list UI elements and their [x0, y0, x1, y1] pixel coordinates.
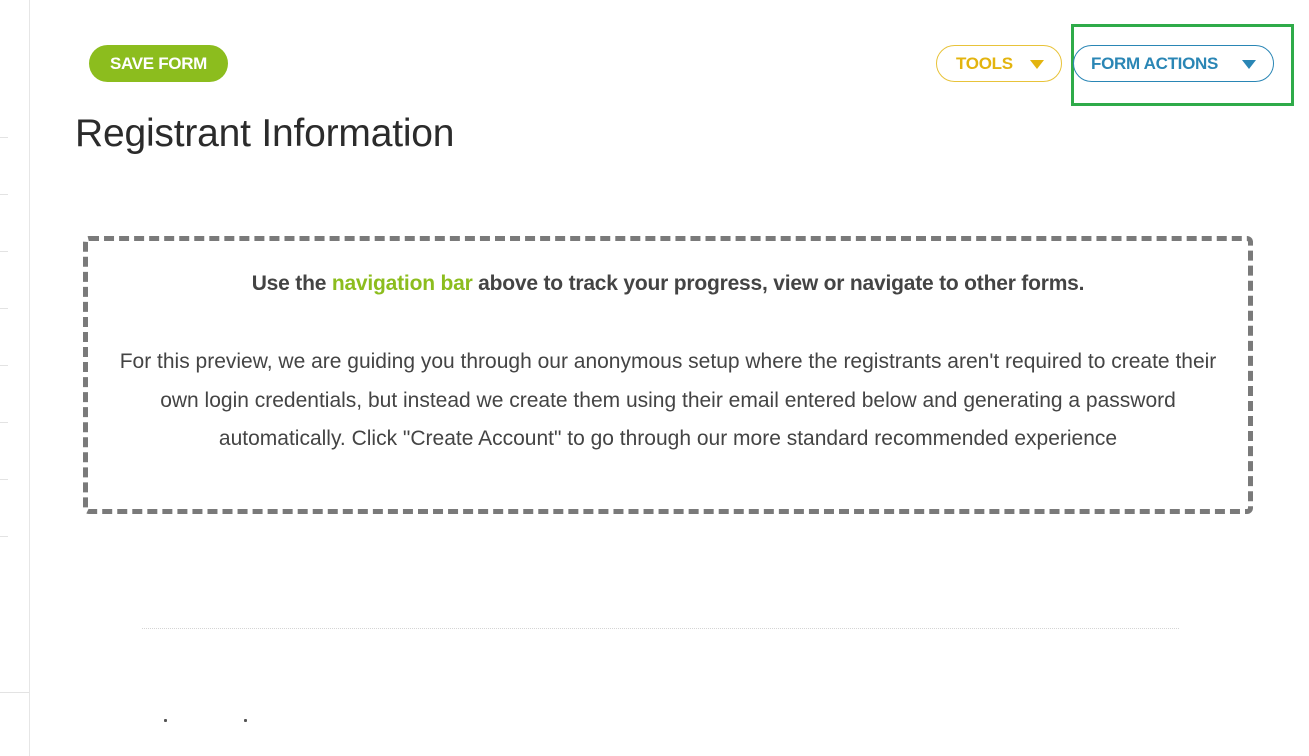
info-lead-text: Use the navigation bar above to track yo…: [88, 272, 1248, 296]
rail-divider: [0, 365, 8, 366]
caret-down-icon: [1030, 60, 1044, 69]
rail-divider: [0, 308, 8, 309]
rail-divider: [0, 479, 8, 480]
navigation-bar-link[interactable]: navigation bar: [332, 272, 473, 295]
info-body-text: For this preview, we are guiding you thr…: [119, 350, 1217, 450]
info-box: Use the navigation bar above to track yo…: [83, 236, 1253, 514]
rail-divider: [0, 194, 8, 195]
form-actions-label: FORM ACTIONS: [1091, 54, 1219, 73]
tools-dropdown-button[interactable]: TOOLS: [936, 45, 1062, 82]
info-lead-suffix: above to track your progress, view or na…: [472, 272, 1085, 295]
cut-off-text: [164, 719, 167, 722]
cut-off-text: [244, 719, 247, 722]
save-form-button[interactable]: SAVE FORM: [89, 45, 228, 82]
caret-down-icon: [1242, 60, 1256, 69]
rail-divider: [0, 692, 29, 693]
tools-label: TOOLS: [956, 54, 1013, 73]
rail-divider: [0, 422, 8, 423]
rail-divider: [0, 536, 8, 537]
page-title: Registrant Information: [75, 112, 455, 155]
info-lead-prefix: Use the: [251, 272, 332, 295]
rail-divider: [0, 137, 8, 138]
page: SAVE FORM TOOLS FORM ACTIONS Registrant …: [0, 0, 1309, 756]
rail-divider: [0, 251, 8, 252]
section-divider: [142, 628, 1179, 629]
left-sidebar-rail: [0, 0, 30, 756]
form-actions-dropdown-button[interactable]: FORM ACTIONS: [1073, 45, 1274, 82]
